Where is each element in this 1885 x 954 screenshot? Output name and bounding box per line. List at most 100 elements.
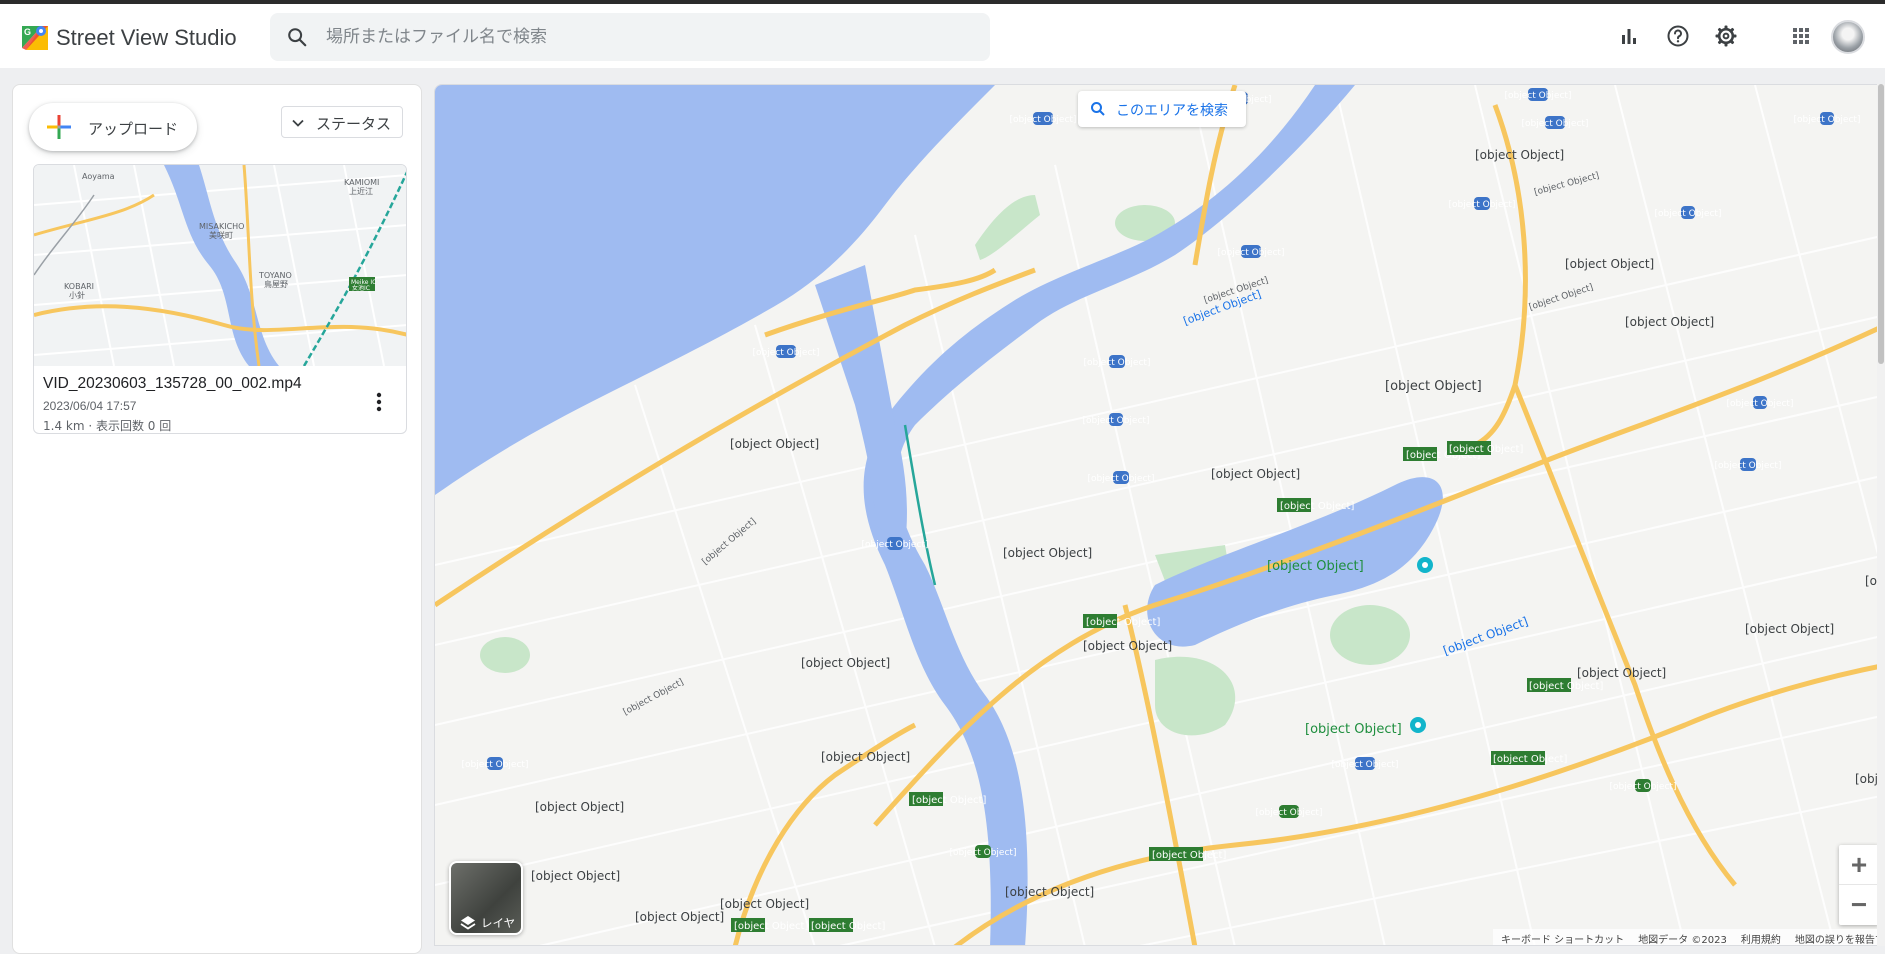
place-label-kamiomi: [object Object] <box>1211 467 1300 481</box>
place-label-minamisasaguchi: [object Object] <box>1625 315 1714 329</box>
layers-icon <box>460 916 476 930</box>
layer-toggle-button[interactable]: レイヤ <box>449 861 523 935</box>
place-label-ikutopia: [object Object] <box>1305 722 1402 737</box>
route-shield-402: [object Object] <box>753 348 820 358</box>
stats-button[interactable] <box>1612 19 1646 53</box>
settings-button[interactable] <box>1709 19 1743 53</box>
more-options-button[interactable] <box>364 387 394 417</box>
place-label-koshin-minami: [object Object] <box>720 897 809 911</box>
plus-icon <box>47 115 71 139</box>
app-title[interactable]: Street View Studio <box>56 25 237 51</box>
search-input[interactable] <box>326 13 966 61</box>
thumb-label-kamiomi-jp: 上近江 <box>349 186 373 196</box>
thumb-label-misakicho-jp: 美咲町 <box>209 230 233 240</box>
route-shield-464: [object Object] <box>1505 91 1572 101</box>
route-shield-164: [object Object] <box>1218 248 1285 258</box>
map-view[interactable]: [object Object] [object Object] [object … <box>434 84 1885 946</box>
place-label-teraohigashi: [object Object] <box>535 800 624 814</box>
video-file-name[interactable]: VID_20230603_135728_00_002.mp4 <box>43 375 302 393</box>
thumb-label-misakicho: MISAKICHO <box>199 222 244 231</box>
route-shield-44: [object Object] <box>462 760 529 770</box>
upload-label: アップロード <box>88 120 179 138</box>
thumb-label-aoyama: Aoyama <box>82 172 115 181</box>
search-this-area-label: このエリアを検索 <box>1116 103 1228 119</box>
help-button[interactable] <box>1661 19 1695 53</box>
route-shield-e8: [object Object] <box>950 848 1017 858</box>
search-icon <box>1091 102 1105 116</box>
bar-chart-icon <box>1622 29 1636 44</box>
ic-label-meike: [object Object] <box>1086 617 1160 628</box>
place-label-kamegai: [object Object] <box>635 910 724 924</box>
map-data-copyright: 地図データ ©2023 <box>1638 935 1727 946</box>
svg-text:G: G <box>24 27 31 37</box>
search-bar[interactable] <box>270 13 990 61</box>
thumb-label-meike-ic-jp: 女池IC <box>352 284 370 292</box>
thumb-label-toyano: TOYANO <box>258 271 292 280</box>
place-label-koshin: [object Object] <box>821 750 910 764</box>
ic-label-niigata-kameda: [object Object] <box>1493 754 1567 765</box>
route-shield-17: [object Object] <box>1449 200 1516 210</box>
place-label-toyano: [object Object] <box>1083 639 1172 653</box>
route-shield-1: [object Object] <box>1083 416 1150 426</box>
route-shield-16: [object Object] <box>1084 358 1151 368</box>
route-shield-42: [object Object] <box>862 540 929 550</box>
place-label-ubagayama: [object Object] <box>1745 622 1834 636</box>
thumb-label-kamiomi: KAMIOMI <box>344 178 379 187</box>
video-list-panel: アップロード ステータス Aoyama MISAKICHO 美咲町 KAMIOM… <box>12 84 422 954</box>
account-avatar[interactable] <box>1831 20 1865 54</box>
place-label-science-museum: [object Object] <box>1267 559 1364 574</box>
ic-label-shichikuyama: [object Object] <box>1449 444 1523 455</box>
layer-label: レイヤ <box>481 916 516 930</box>
route-shield-3: [object Object] <box>1794 115 1861 125</box>
ic-label-kurosaki: [object Object] <box>912 795 986 806</box>
zoom-out-button[interactable]: − <box>1839 885 1879 925</box>
video-card[interactable]: Aoyama MISAKICHO MISAKICHO 美咲町 KAMIOMI 上… <box>33 164 407 434</box>
apps-button[interactable] <box>1784 19 1818 53</box>
status-filter-dropdown[interactable]: ステータス <box>281 106 403 138</box>
settings-icon <box>1715 25 1737 47</box>
keyboard-shortcuts-link[interactable]: キーボード ショートカット <box>1501 931 1624 945</box>
terms-link[interactable]: 利用規約 <box>1741 931 1781 945</box>
help-icon <box>1667 25 1689 47</box>
more-vert-icon <box>376 392 382 412</box>
route-shield-e7: [object Object] <box>1610 782 1677 792</box>
place-label-kobari: [object Object] <box>801 656 890 670</box>
upload-button[interactable]: アップロード <box>29 103 197 151</box>
zoom-in-button[interactable]: + <box>1839 845 1879 885</box>
place-label-hanazono: [object Object] <box>1565 257 1654 271</box>
map-canvas[interactable]: [object Object] [object Object] [object … <box>435 85 1885 946</box>
ic-label-niigata-nishi: [object Object] <box>811 921 885 932</box>
street-view-studio-logo[interactable]: G <box>20 22 50 52</box>
scrollbar-thumb[interactable] <box>1878 84 1884 364</box>
ic-label-ubagayama: [object Object] <box>1529 681 1603 692</box>
page-scrollbar[interactable] <box>1877 84 1885 946</box>
app-header: G Street View Studio <box>0 4 1885 68</box>
place-label-sakaihigashi: [object Object] <box>531 869 620 883</box>
video-date: 2023/06/04 17:57 <box>43 399 137 413</box>
thumb-label-toyano-jp: 鳥屋野 <box>264 279 288 289</box>
route-shield-113: [object Object] <box>1522 119 1589 129</box>
ic-label-niigata-chuo: [object Object] <box>1152 850 1226 861</box>
place-label-bandai: [object Object] <box>1475 148 1564 162</box>
ic-label-sakuragi: [object Object] <box>1280 501 1354 512</box>
route-shield-290: [object Object] <box>1332 760 1399 770</box>
route-shield-289: [object Object] <box>1010 115 1077 125</box>
report-error-link[interactable]: 地図の誤りを報告する <box>1795 931 1884 945</box>
place-label-nagata: [object Object] <box>1577 666 1666 680</box>
thumb-label-kobari-jp: 小針 <box>69 290 85 300</box>
place-label-yamada: [object Object] <box>1005 885 1094 899</box>
ic-label-koshin: [object Object] <box>734 921 808 932</box>
video-thumbnail-map[interactable]: Aoyama MISAKICHO MISAKICHO 美咲町 KAMIOMI 上… <box>34 165 407 366</box>
search-icon[interactable] <box>286 26 308 48</box>
route-shield-e49: [object Object] <box>1256 808 1323 818</box>
video-meta: 1.4 km · 表示回数 0 回 <box>43 419 172 433</box>
zoom-control: + − <box>1839 845 1879 925</box>
route-shield-5: [object Object] <box>1655 209 1722 219</box>
apps-grid-icon <box>1793 28 1809 44</box>
chevron-down-icon <box>292 119 304 127</box>
search-this-area-button[interactable]: このエリアを検索 <box>1078 91 1246 127</box>
route-shield-51: [object Object] <box>1088 474 1155 484</box>
thumb-label-kobari: KOBARI <box>64 282 94 291</box>
place-label-chuo-ku: [object Object] <box>1385 379 1482 394</box>
route-shield-49: [object Object] <box>1715 461 1782 471</box>
